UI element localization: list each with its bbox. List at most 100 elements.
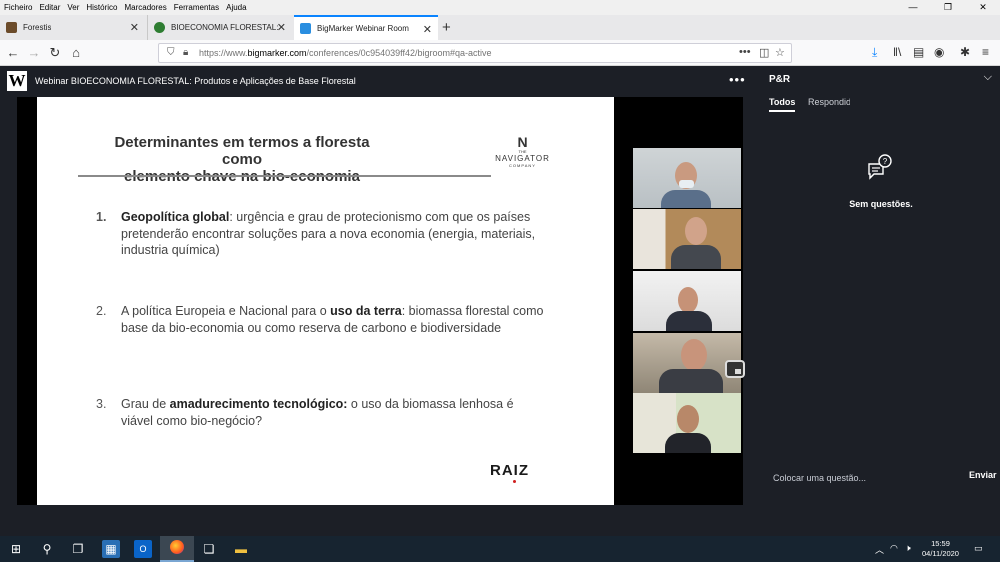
system-clock[interactable]: 15:59 04/11/2020 [922, 539, 959, 559]
task-view-icon[interactable]: ❐ [69, 540, 87, 558]
menu-historico[interactable]: Histórico [83, 3, 120, 12]
account-icon[interactable]: ◉ [934, 45, 944, 59]
navigator-logo: N THE NAVIGATOR COMPANY [490, 135, 555, 168]
close-icon[interactable]: ✕ [130, 21, 139, 34]
file-explorer-icon[interactable]: ▬ [232, 540, 250, 558]
wifi-icon[interactable]: ◠ [890, 543, 898, 554]
tab-forestis[interactable]: Forestis ✕ [0, 15, 145, 40]
search-icon[interactable]: ⚲ [38, 540, 56, 558]
minimize-button[interactable]: — [896, 0, 930, 15]
home-icon[interactable]: ⌂ [67, 44, 85, 62]
close-window-button[interactable]: ✕ [966, 0, 1000, 15]
navigator-logo-company: COMPANY [509, 163, 536, 168]
forward-arrow-icon[interactable]: → [25, 44, 43, 62]
tab-title: BIOECONOMIA FLORESTAL: Pro [171, 23, 279, 32]
chevron-down-icon[interactable]: ⌵ [984, 71, 992, 84]
slide: Determinantes em termos a floresta como … [37, 97, 614, 505]
shield-icon[interactable]: ⛉ [167, 47, 175, 58]
svg-text:?: ? [883, 157, 888, 166]
item-number: 2. [96, 304, 107, 318]
more-options-icon[interactable]: ••• [729, 72, 746, 87]
qa-empty-message: Sem questões. [849, 199, 913, 209]
participant-body [666, 311, 712, 331]
item-bold: amadurecimento tecnológico: [169, 397, 348, 411]
raiz-logo-dot [513, 480, 516, 483]
item-bold: Geopolítica global [121, 210, 230, 224]
item-number: 1. [96, 210, 107, 224]
tab-answered-questions[interactable]: Respondidas [808, 97, 850, 107]
hamburger-menu-icon[interactable]: ≡ [982, 45, 989, 59]
webinar-header: W Webinar BIOECONOMIA FLORESTAL: Produto… [0, 66, 758, 97]
notes-app-icon[interactable]: ❏ [200, 540, 218, 558]
participant-video-2[interactable] [633, 209, 741, 269]
taskbar: ⊞ ⚲ ❐ ▦ O ❏ ▬ ︿ ◠ 🕨︎ 15:59 04/11/2020 ▭ [0, 536, 1000, 562]
participant-body [671, 245, 721, 269]
question-input[interactable]: Colocar uma questão... [773, 473, 866, 483]
tab-bar: Forestis ✕ BIOECONOMIA FLORESTAL: Pro ✕ … [0, 15, 1000, 40]
clock-date: 04/11/2020 [922, 549, 959, 558]
reload-icon[interactable]: ↻ [46, 44, 64, 62]
close-icon[interactable]: ✕ [423, 23, 432, 36]
raiz-logo: RAIZ [490, 462, 529, 479]
page-actions-icon[interactable]: ••• [739, 46, 751, 58]
participant-body [659, 369, 723, 393]
url-prefix: https://www. [199, 48, 248, 58]
participant-head [685, 217, 707, 245]
firefox-icon[interactable] [168, 540, 186, 558]
tab-all-questions[interactable]: Todos [769, 97, 796, 112]
library-icon[interactable]: ‖\ [893, 45, 901, 59]
menu-ficheiro[interactable]: Ficheiro [1, 3, 35, 12]
bigmarker-favicon-icon [300, 23, 311, 34]
item-bold: uso da terra [330, 304, 402, 318]
tab-title: Forestis [23, 23, 52, 32]
qa-title: P&R [769, 74, 791, 85]
lock-icon[interactable]: 🔒︎ [183, 47, 188, 58]
outlook-icon[interactable]: O [134, 540, 152, 558]
item-pre: A política Europeia e Nacional para o [121, 304, 331, 318]
clock-time: 15:59 [931, 539, 950, 548]
windows-start-icon[interactable]: ⊞ [7, 540, 25, 558]
divider [78, 175, 491, 177]
volume-icon[interactable]: 🕨︎ [905, 543, 911, 554]
maximize-button[interactable]: ❐ [931, 0, 965, 15]
url-domain: bigmarker.com [247, 48, 307, 58]
sidebar-icon[interactable]: ▤ [913, 45, 924, 59]
extensions-icon[interactable]: ✱ [960, 45, 970, 59]
item-pre: Grau de [121, 397, 170, 411]
back-arrow-icon[interactable]: ← [4, 44, 22, 62]
participant-video-5[interactable] [633, 393, 741, 453]
notifications-icon[interactable]: ▭ [974, 543, 983, 554]
picture-in-picture-icon[interactable] [725, 360, 745, 378]
new-tab-button[interactable]: + [442, 19, 451, 36]
slide-title-line1: Determinantes em termos a floresta como [114, 134, 370, 168]
menu-ferramentas[interactable]: Ferramentas [171, 3, 222, 12]
menu-marcadores[interactable]: Marcadores [122, 3, 170, 12]
participant-head [677, 405, 699, 433]
url-path: /conferences/0c954039ff42/bigroom#qa-act… [306, 48, 492, 58]
send-button[interactable]: Enviar [969, 470, 997, 480]
navigator-logo-mark: N [517, 134, 528, 150]
bigmarker-logo: W [7, 71, 27, 91]
slide-title: Determinantes em termos a floresta como … [97, 134, 387, 185]
navigator-logo-text: NAVIGATOR [495, 154, 550, 163]
bookmark-star-icon[interactable]: ☆ [775, 46, 785, 59]
tab-bigmarker[interactable]: BigMarker Webinar Room ✕ [294, 15, 438, 40]
menu-editar[interactable]: Editar [36, 3, 63, 12]
url-bar[interactable]: ⛉ 🔒︎ https://www. bigmarker.com/conferenc… [158, 43, 792, 63]
tab-bioeconomia[interactable]: BIOECONOMIA FLORESTAL: Pro ✕ [147, 15, 292, 40]
participant-video-1[interactable] [633, 148, 741, 208]
download-icon[interactable]: ⤓ [872, 45, 877, 60]
participant-body [665, 433, 711, 453]
menu-ajuda[interactable]: Ajuda [223, 3, 249, 12]
chevron-up-icon[interactable]: ︿ [875, 543, 884, 556]
participant-body [661, 190, 711, 208]
pocket-icon[interactable]: ◫ [759, 46, 769, 59]
calculator-icon[interactable]: ▦ [102, 540, 120, 558]
face-mask [679, 180, 694, 188]
item-number: 3. [96, 397, 107, 411]
slide-item-1: 1. Geopolítica global: urgência e grau d… [96, 209, 546, 259]
close-icon[interactable]: ✕ [277, 21, 286, 34]
webinar-title: Webinar BIOECONOMIA FLORESTAL: Produtos … [35, 76, 356, 86]
menu-ver[interactable]: Ver [64, 3, 82, 12]
participant-video-3[interactable] [633, 271, 741, 331]
